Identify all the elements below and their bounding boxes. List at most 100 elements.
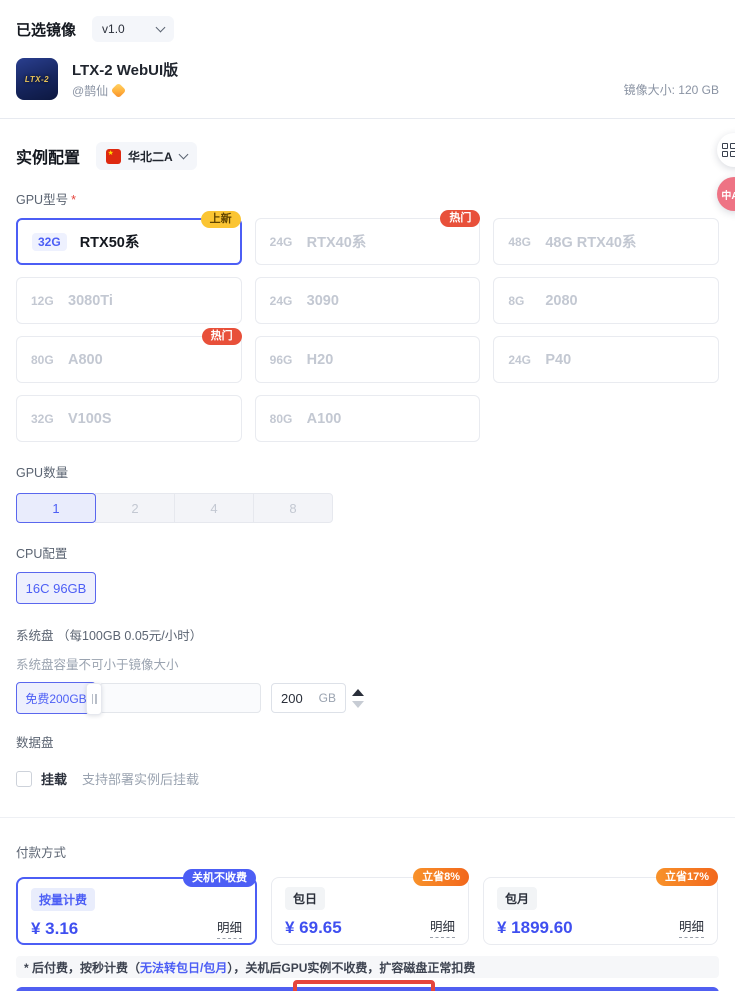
slider-handle[interactable] (86, 683, 102, 715)
creator-badge-icon (110, 82, 127, 99)
payment-label: 付款方式 (16, 846, 67, 860)
note-text: * 后付费，按秒计费（无法转包日/包月），关机后GPU实例不收费，扩容磁盘正常扣… (24, 959, 475, 976)
grid-icon (722, 143, 735, 157)
decrement-icon[interactable] (352, 700, 364, 708)
gpu-name: 2080 (545, 292, 578, 309)
gpu-card-h20[interactable]: 96G H20 (254, 336, 481, 383)
detail-link[interactable]: 明细 (429, 916, 455, 938)
data-disk-label: 数据盘 (16, 736, 54, 750)
gpu-name: 48G RTX40系 (545, 235, 637, 251)
vram-chip: 80G (31, 352, 54, 367)
thumbnail-text: LTX-2 (24, 74, 50, 84)
image-size: 镜像大小: 120 GB (623, 83, 719, 97)
gpu-card-3090[interactable]: 24G 3090 (254, 277, 481, 324)
cpu-option-button[interactable]: 16C 96GB (16, 572, 96, 604)
plan-name: 包月 (497, 887, 538, 910)
gpu-name: A800 (68, 351, 103, 368)
detail-link[interactable]: 明细 (678, 916, 704, 938)
qr-scan-button[interactable] (717, 133, 735, 167)
label-text: GPU型号 (16, 193, 69, 207)
gpu-count-label: GPU数量 (16, 466, 69, 480)
system-disk-label: 系统盘 （每100GB 0.05元/小时） (16, 625, 719, 644)
new-badge: 上新 (200, 211, 241, 228)
gpu-card-48g-rtx40[interactable]: 48G 48G RTX40系 (493, 218, 719, 265)
mount-row: 挂载 支持部署实例后挂载 (16, 769, 719, 788)
gpu-name: 3090 (306, 292, 339, 309)
system-disk-hint: 系统盘容量不可小于镜像大小 (16, 658, 179, 672)
system-disk-controls: 免费200GB GB (16, 682, 719, 715)
hot-badge: 热门 (201, 328, 242, 345)
gpu-card-3080ti[interactable]: 12G 3080Ti (16, 277, 242, 324)
spinner (352, 688, 364, 708)
gpu-name: RTX40系 (306, 235, 367, 251)
gpu-card-2080[interactable]: 8G 2080 (493, 277, 719, 324)
mount-checkbox[interactable] (16, 770, 32, 787)
chevron-down-icon (155, 22, 166, 33)
label-text: 系统盘 (16, 629, 54, 643)
header: 已选镜像 v1.0 (16, 16, 719, 42)
plan-pay-as-you-go[interactable]: 关机不收费 按量计费 ¥ 3.16 明细 (16, 869, 257, 945)
note-link[interactable]: 无法转包日/包月 (140, 961, 227, 975)
image-title: LTX-2 WebUI版 (72, 62, 179, 79)
gpu-name: H20 (306, 351, 334, 368)
required-mark: * (71, 193, 76, 207)
gpu-name: RTX50系 (79, 235, 140, 251)
chevron-down-icon (178, 149, 189, 160)
plan-price: ¥ 69.65 (285, 918, 342, 937)
deploy-button[interactable]: 立即部署 (16, 987, 719, 991)
vram-chip: 32G (32, 232, 67, 251)
plan-name: 包日 (285, 887, 326, 910)
free-quota-button[interactable]: 免费200GB (16, 682, 96, 714)
gpu-card-a800[interactable]: 热门 80G A800 (16, 328, 242, 383)
author-name: @鹊仙 (72, 84, 109, 98)
disk-size-field: GB (271, 683, 346, 713)
billing-note: * 后付费，按秒计费（无法转包日/包月），关机后GPU实例不收费，扩容磁盘正常扣… (16, 956, 719, 978)
increment-icon[interactable] (352, 688, 364, 696)
gpu-count-option-8[interactable]: 8 (253, 493, 333, 523)
gpu-card-rtx40[interactable]: 热门 24G RTX40系 (254, 210, 481, 265)
vram-chip: 12G (31, 293, 54, 308)
disk-size-unit: GB (318, 691, 336, 705)
image-thumbnail: LTX-2 (16, 58, 58, 100)
hot-badge: 热门 (440, 210, 481, 227)
save-badge: 立省17% (655, 868, 718, 886)
vram-chip: 80G (269, 411, 293, 426)
gpu-model-grid: 上新 32G RTX50系 热门 24G RTX40系 48G 48G RTX4… (16, 210, 719, 442)
gpu-count-option-2[interactable]: 2 (95, 493, 175, 523)
instance-config-header: 实例配置 华北二A (16, 142, 719, 170)
gpu-name: P40 (545, 351, 572, 368)
save-badge: 立省8% (413, 868, 469, 886)
gpu-count-selector: 1 2 4 8 (16, 493, 334, 523)
gpu-count-option-1[interactable]: 1 (16, 493, 96, 523)
china-flag-icon (106, 148, 122, 164)
image-info: LTX-2 WebUI版 @鹊仙 (72, 58, 624, 100)
mount-hint: 支持部署实例后挂载 (82, 772, 200, 787)
deploy-area: 立即部署 (16, 980, 719, 991)
gpu-card-rtx50[interactable]: 上新 32G RTX50系 (16, 211, 242, 265)
section-title: 实例配置 (16, 150, 81, 167)
image-author: @鹊仙 (72, 82, 624, 99)
translate-button[interactable]: 中A (717, 177, 735, 211)
disk-size-slider[interactable] (86, 683, 261, 715)
plan-monthly[interactable]: 立省17% 包月 ¥ 1899.60 明细 (483, 868, 718, 945)
disk-size-input[interactable] (281, 690, 315, 706)
gpu-card-p40[interactable]: 24G P40 (493, 336, 719, 383)
note-suffix: ），关机后GPU实例不收费，扩容磁盘正常扣费 (227, 960, 476, 975)
plan-daily[interactable]: 立省8% 包日 ¥ 69.65 明细 (271, 868, 469, 945)
vram-chip: 8G (508, 293, 525, 308)
gpu-card-a100[interactable]: 80G A100 (254, 395, 481, 442)
gpu-count-option-4[interactable]: 4 (174, 493, 254, 523)
payment-plans: 关机不收费 按量计费 ¥ 3.16 明细 立省8% 包日 ¥ 69.65 明细 … (16, 868, 719, 945)
detail-link[interactable]: 明细 (216, 917, 242, 939)
vram-chip: 32G (31, 411, 54, 426)
region-selector[interactable]: 华北二A (96, 142, 197, 170)
version-dropdown[interactable]: v1.0 (92, 16, 175, 42)
gpu-card-v100s[interactable]: 32G V100S (16, 395, 242, 442)
plan-name: 按量计费 (31, 888, 96, 911)
gpu-name: 3080Ti (68, 292, 113, 309)
page-title: 已选镜像 (16, 21, 77, 39)
mount-label[interactable]: 挂载 (41, 769, 67, 788)
version-value: v1.0 (102, 22, 125, 36)
divider (0, 817, 735, 818)
vram-chip: 24G (269, 234, 293, 249)
